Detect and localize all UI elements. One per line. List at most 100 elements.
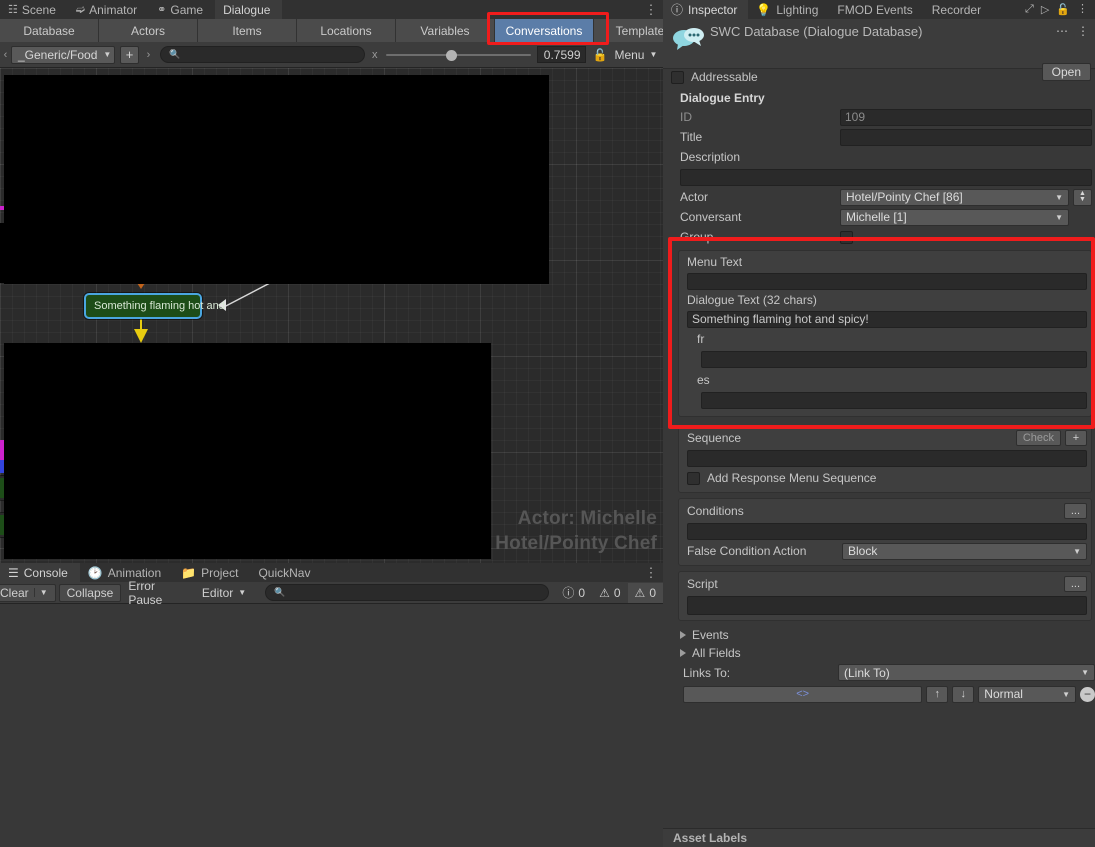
clear-label: Clear xyxy=(0,585,29,600)
group-checkbox[interactable] xyxy=(840,230,853,244)
unlock-icon[interactable]: 🔓 xyxy=(1056,3,1070,16)
asset-kebab-icon[interactable]: ⋮ xyxy=(1077,25,1089,37)
links-to-dropdown[interactable]: (Link To) ▼ xyxy=(838,664,1095,681)
conversant-dropdown[interactable]: Michelle [1] ▼ xyxy=(840,208,1069,226)
window-tab-game[interactable]: ⚭ Game xyxy=(149,0,215,19)
collapse-button[interactable]: Collapse xyxy=(58,583,122,602)
add-response-menu-checkbox[interactable] xyxy=(687,471,700,485)
asset-labels-label: Asset Labels xyxy=(673,831,748,845)
add-response-menu-row[interactable]: Add Response Menu Sequence xyxy=(679,468,1091,488)
expand-icon[interactable]: ⤢ xyxy=(1025,3,1034,16)
warning-count[interactable]: ⚠ 0 xyxy=(592,583,627,603)
tab-label: Database xyxy=(23,23,75,38)
tab-label: Locations xyxy=(320,23,372,38)
sequence-add-button[interactable]: + xyxy=(1065,430,1087,446)
sequence-field[interactable] xyxy=(687,449,1087,467)
window-menu-kebab-icon[interactable]: ⋮ xyxy=(643,0,659,19)
tab-locations[interactable]: Locations xyxy=(297,19,396,42)
actor-swap-stepper[interactable]: ▲ ▼ xyxy=(1073,188,1092,206)
log-count[interactable]: ⓘ 0 xyxy=(555,583,592,603)
error-pause-button[interactable]: Error Pause xyxy=(121,579,195,607)
console-log-list[interactable] xyxy=(0,604,663,847)
console-search-input[interactable] xyxy=(289,586,541,599)
error-count[interactable]: ⚠ 0 xyxy=(627,582,663,603)
link-move-down-button[interactable]: ↓ xyxy=(952,685,975,703)
addressable-row[interactable]: Addressable xyxy=(663,67,1095,87)
link-entry-field[interactable]: <> xyxy=(683,685,923,703)
console-search-box[interactable]: 🔍 xyxy=(265,584,550,601)
actor-dropdown[interactable]: Hotel/Pointy Chef [86] ▼ xyxy=(840,188,1069,206)
description-field[interactable] xyxy=(680,168,1092,186)
link-priority-dropdown[interactable]: Normal ▼ xyxy=(978,685,1077,703)
node-search-box[interactable]: 🔍 xyxy=(160,46,365,63)
loc-es-field[interactable] xyxy=(701,392,1087,409)
false-condition-action-dropdown[interactable]: Block ▼ xyxy=(842,542,1087,560)
loc-fr-label: fr xyxy=(697,332,705,346)
foldout-all-fields[interactable]: All Fields xyxy=(674,644,1095,662)
addressable-checkbox[interactable] xyxy=(671,70,684,84)
tab-lighting[interactable]: 💡 Lighting xyxy=(748,0,829,19)
tab-items[interactable]: Items xyxy=(198,19,297,42)
bulb-icon: 💡 xyxy=(756,2,772,17)
zoom-value-field[interactable]: 0.7599 xyxy=(536,46,586,63)
menu-text-field[interactable] xyxy=(687,272,1087,290)
false-condition-action-value: Block xyxy=(848,544,878,558)
back-arrow-icon[interactable]: ‹ xyxy=(0,49,11,61)
toolbar-menu-button[interactable]: Menu ▼ xyxy=(614,48,657,62)
occluder-top xyxy=(4,75,549,284)
link-remove-button[interactable]: − xyxy=(1080,686,1095,702)
tab-database[interactable]: Database xyxy=(0,19,99,42)
link-move-up-button[interactable]: ↑ xyxy=(926,685,949,703)
foldout-events[interactable]: Events xyxy=(674,626,1095,644)
conversation-picker[interactable]: _Generic/Food ▼ xyxy=(11,45,115,64)
clear-button[interactable]: Clear ▼ xyxy=(0,583,56,602)
window-tab-animator[interactable]: ➫ Animator xyxy=(68,0,149,19)
window-tab-scene[interactable]: ☷ Scene xyxy=(0,0,68,19)
asset-labels-bar[interactable]: Asset Labels xyxy=(663,828,1095,847)
zoom-slider[interactable] xyxy=(385,47,531,63)
tab-quicknav[interactable]: QuickNav xyxy=(250,563,322,582)
dialogue-node-canvas[interactable]: Something flaming hot and Actor: Michell… xyxy=(0,68,663,563)
chevron-down-icon: ▼ xyxy=(649,50,658,59)
dialogue-text-field[interactable]: Something flaming hot and spicy! xyxy=(687,310,1087,328)
tab-actors[interactable]: Actors xyxy=(99,19,198,42)
console-menu-kebab-icon[interactable]: ⋮ xyxy=(643,563,659,582)
loc-fr-field-row xyxy=(679,349,1091,370)
zoom-slider-handle[interactable] xyxy=(445,49,457,61)
tab-label: Conversations xyxy=(505,23,583,38)
sequence-check-button[interactable]: Check xyxy=(1015,430,1061,446)
tab-fmod-events[interactable]: FMOD Events xyxy=(829,0,923,19)
dialogue-node-selected[interactable]: Something flaming hot and xyxy=(84,293,225,319)
script-more-label: ... xyxy=(1070,578,1080,590)
conditions-more-button[interactable]: ... xyxy=(1063,503,1087,519)
group-row[interactable]: Group xyxy=(678,227,1095,247)
chevron-down-icon: ▼ xyxy=(33,588,48,597)
tab-inspector[interactable]: ⓘ Inspector xyxy=(663,0,749,19)
tab-console[interactable]: ☰ Console xyxy=(0,563,80,582)
unlock-icon[interactable]: 🔓 xyxy=(593,48,608,62)
editor-dropdown[interactable]: Editor ▼ xyxy=(195,584,253,602)
add-response-menu-label: Add Response Menu Sequence xyxy=(707,471,877,485)
conditions-field[interactable] xyxy=(687,522,1087,540)
next-icon[interactable]: ▷ xyxy=(1041,3,1049,16)
inspector-kebab-icon[interactable]: ⋮ xyxy=(1077,4,1088,15)
script-field[interactable] xyxy=(687,595,1087,615)
section-title: Dialogue Entry xyxy=(680,90,765,105)
tab-recorder[interactable]: Recorder xyxy=(924,0,992,19)
preset-icon[interactable]: ⋯ xyxy=(1056,24,1068,38)
sequence-add-label: + xyxy=(1072,432,1080,444)
search-input[interactable] xyxy=(184,48,356,61)
title-field[interactable] xyxy=(840,128,1092,146)
add-conversation-button[interactable]: + xyxy=(120,45,139,64)
false-condition-action-row: False Condition Action Block ▼ xyxy=(679,541,1091,561)
tab-conversations[interactable]: Conversations xyxy=(495,19,594,42)
tab-variables[interactable]: Variables xyxy=(396,19,495,42)
asset-title: SWC Database (Dialogue Database) xyxy=(710,24,923,39)
script-more-button[interactable]: ... xyxy=(1063,576,1087,592)
clear-search-icon[interactable]: x xyxy=(372,49,378,61)
sequence-label: Sequence xyxy=(687,431,742,445)
loc-fr-field[interactable] xyxy=(701,351,1087,368)
window-tab-dialogue[interactable]: Dialogue xyxy=(215,0,283,19)
link-move-down-label: ↓ xyxy=(960,688,967,700)
forward-arrow-icon[interactable]: › xyxy=(143,49,154,61)
